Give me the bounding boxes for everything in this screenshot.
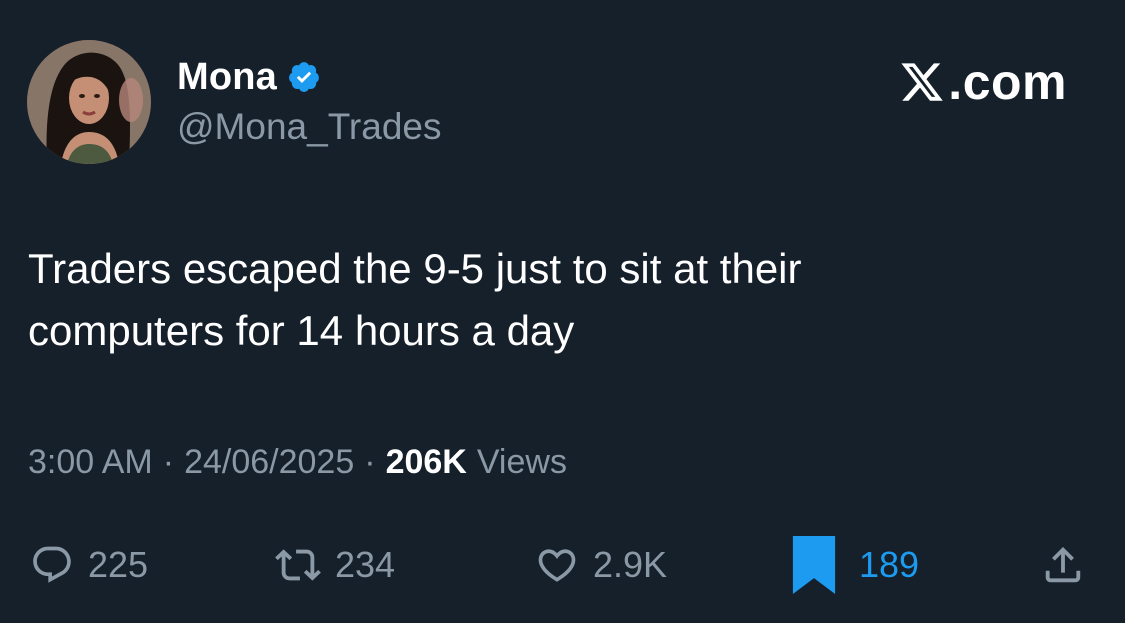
tweet-text-line: computers for 14 hours a day: [28, 307, 575, 354]
reply-count: 225: [88, 544, 149, 585]
share-icon: [1045, 546, 1081, 583]
share-button[interactable]: [1040, 535, 1086, 595]
brand-text: .com: [948, 54, 1067, 110]
retweet-count: 234: [335, 544, 396, 585]
tweet-text-line: Traders escaped the 9-5 just to sit at t…: [28, 245, 802, 292]
tweet-meta: 3:00 AM · 24/06/2025 · 206K Views: [28, 443, 567, 482]
avatar[interactable]: [27, 40, 151, 164]
views-count[interactable]: 206K: [386, 443, 467, 482]
like-button[interactable]: 2.9K: [535, 535, 667, 595]
action-bar: 225 234 2.9K 189: [0, 535, 1125, 595]
x-logo-icon: [901, 63, 944, 101]
bookmark-button[interactable]: 189: [791, 535, 919, 595]
bookmark-icon: [792, 536, 836, 594]
bookmark-count: 189: [859, 544, 920, 585]
author-handle[interactable]: @Mona_Trades: [177, 106, 441, 148]
author-display-name[interactable]: Mona: [177, 56, 277, 99]
retweet-icon: [275, 549, 321, 581]
tweet-text: Traders escaped the 9-5 just to sit at t…: [28, 238, 1088, 362]
meta-separator: ·: [162, 443, 175, 481]
author-name-row: Mona: [177, 55, 321, 99]
brand-watermark: .com: [899, 54, 1067, 110]
tweet-date[interactable]: 24/06/2025: [184, 443, 354, 482]
reply-button[interactable]: 225: [30, 535, 148, 595]
meta-separator: ·: [364, 443, 376, 481]
verified-badge-icon: [289, 62, 319, 92]
like-count: 2.9K: [593, 544, 668, 585]
tweet-card: Mona @Mona_Trades .com Traders escaped t…: [0, 0, 1125, 623]
tweet-time[interactable]: 3:00 AM: [28, 443, 153, 482]
reply-icon: [33, 546, 71, 583]
avatar-image: [27, 40, 151, 164]
heart-icon: [538, 549, 576, 582]
retweet-button[interactable]: 234: [275, 535, 395, 595]
views-label: Views: [476, 443, 567, 481]
